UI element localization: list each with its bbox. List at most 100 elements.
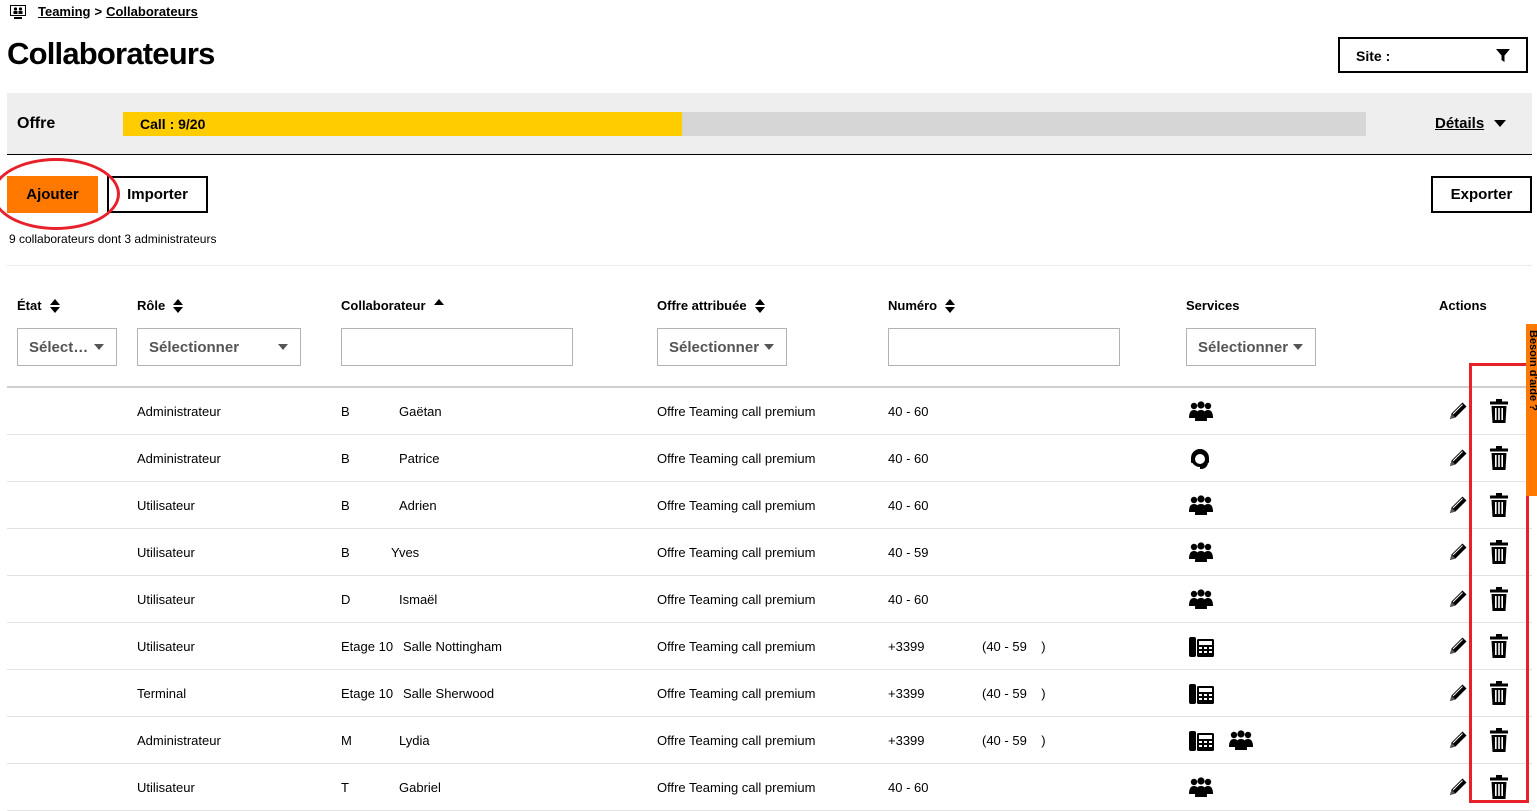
edit-pencil-icon[interactable] [1447,776,1469,801]
row-offer: Offre Teaming call premium [657,592,816,607]
row-number-detail: (40 - 59 ) [982,733,1046,748]
row-collaborator-initial: Etage 10 [341,686,394,701]
delete-trash-icon[interactable] [1489,399,1509,426]
row-services [1189,542,1213,565]
column-header-role[interactable]: Rôle [137,298,184,313]
row-collaborator-name[interactable]: Gabriel [399,780,441,795]
number-search-input[interactable] [888,328,1120,366]
row-offer: Offre Teaming call premium [657,780,816,795]
delete-trash-icon[interactable] [1489,681,1509,708]
breadcrumb-link-collaborateurs[interactable]: Collaborateurs [106,4,198,19]
help-side-tab[interactable]: Besoin d'aide ? [1526,324,1537,496]
row-collaborator-name[interactable]: Ismaël [399,592,437,607]
page-title: Collaborateurs [7,36,215,71]
table-row: Utilisateur Etage 10 Salle Nottingham Offre… [7,623,1532,670]
group-icon [1189,401,1213,424]
edit-pencil-icon[interactable] [1447,635,1469,660]
sort-icon [173,298,184,313]
delete-trash-icon[interactable] [1489,775,1509,802]
column-header-number-label: Numéro [888,298,938,313]
breadcrumb: Teaming > Collaborateurs [10,4,198,19]
row-offer: Offre Teaming call premium [657,451,816,466]
row-role: Utilisateur [137,545,195,560]
column-header-number[interactable]: Numéro [888,298,956,313]
edit-pencil-icon[interactable] [1447,541,1469,566]
collaborator-search-input[interactable] [341,328,573,366]
caret-down-icon [1293,344,1303,350]
group-icon [1189,495,1213,518]
table-row: Utilisateur B Yves Offre Teaming call premi… [7,529,1532,576]
desk-phone-icon [1189,730,1215,755]
column-header-state[interactable]: État [17,298,60,313]
row-role: Terminal [137,686,187,701]
caret-down-icon [278,344,288,350]
help-side-tab-label: Besoin d'aide ? [1527,330,1537,411]
offer-progress-text: Call : 9/20 [140,116,206,132]
row-collaborator-name[interactable]: Salle Nottingham [403,639,502,654]
table-row: Utilisateur D Ismaël Offre Teaming call pre… [7,576,1532,623]
row-collaborator-name[interactable]: Adrien [399,498,437,513]
column-header-collaborator-label: Collaborateur [341,298,426,313]
row-collaborator-initial: B [341,404,350,419]
row-services [1189,636,1215,661]
desk-phone-icon [1189,636,1215,661]
row-number: 40 - 60 [888,451,929,466]
row-role: Administrateur [137,404,221,419]
row-services [1189,777,1213,800]
row-collaborator-name[interactable]: Salle Sherwood [403,686,494,701]
details-toggle[interactable]: Détails [1435,115,1507,132]
services-filter-select[interactable]: Sélectionner [1186,328,1316,366]
sort-icon [754,298,765,313]
offer-filter-value: Sélectionner [669,338,760,356]
state-filter-select[interactable]: Sélect… [17,328,117,366]
column-header-services: Services [1186,298,1240,313]
column-header-role-label: Rôle [137,298,166,313]
group-icon [1189,542,1213,565]
edit-pencil-icon[interactable] [1447,447,1469,472]
row-offer: Offre Teaming call premium [657,686,816,701]
site-filter-label: Site : [1356,48,1391,64]
table-row: Administrateur B Gaëtan Offre Teaming call … [7,388,1532,435]
edit-pencil-icon[interactable] [1447,494,1469,519]
delete-trash-icon[interactable] [1489,728,1509,755]
row-offer: Offre Teaming call premium [657,404,816,419]
services-filter-value: Sélectionner [1198,338,1289,356]
row-services [1189,589,1213,612]
edit-pencil-icon[interactable] [1447,729,1469,754]
row-number: +3399 [888,733,925,748]
row-role: Utilisateur [137,592,195,607]
offer-filter-select[interactable]: Sélectionner [657,328,787,366]
delete-trash-icon[interactable] [1489,493,1509,520]
row-role: Administrateur [137,451,221,466]
delete-trash-icon[interactable] [1489,540,1509,567]
row-collaborator-name[interactable]: Gaëtan [399,404,442,419]
row-number: 40 - 60 [888,498,929,513]
table-row: Administrateur B Patrice Offre Teaming call… [7,435,1532,482]
row-role: Utilisateur [137,639,195,654]
edit-pencil-icon[interactable] [1447,400,1469,425]
delete-trash-icon[interactable] [1489,587,1509,614]
export-button[interactable]: Exporter [1431,176,1532,213]
breadcrumb-link-teaming[interactable]: Teaming [38,4,91,19]
row-collaborator-name[interactable]: Lydia [399,733,430,748]
row-collaborator-name[interactable]: Yves [391,545,419,560]
row-collaborator-initial: D [341,592,351,607]
delete-trash-icon[interactable] [1489,446,1509,473]
delete-trash-icon[interactable] [1489,634,1509,661]
row-number-detail: (40 - 59 ) [982,686,1046,701]
table-row: Utilisateur T Gabriel Offre Teaming call pr… [7,764,1532,811]
site-filter-dropdown[interactable]: Site : [1338,37,1528,73]
row-collaborator-initial: B [341,451,350,466]
offer-progress-fill [123,112,683,136]
add-collaborator-button[interactable]: Ajouter [7,176,98,213]
edit-pencil-icon[interactable] [1447,682,1469,707]
role-filter-select[interactable]: Sélectionner [137,328,301,366]
import-button[interactable]: Importer [107,176,208,213]
row-number: +3399 [888,639,925,654]
column-header-offer[interactable]: Offre attribuée [657,298,765,313]
row-number: +3399 [888,686,925,701]
edit-pencil-icon[interactable] [1447,588,1469,613]
row-collaborator-name[interactable]: Patrice [399,451,439,466]
column-header-collaborator[interactable]: Collaborateur [341,298,444,313]
column-header-state-label: État [17,298,42,313]
